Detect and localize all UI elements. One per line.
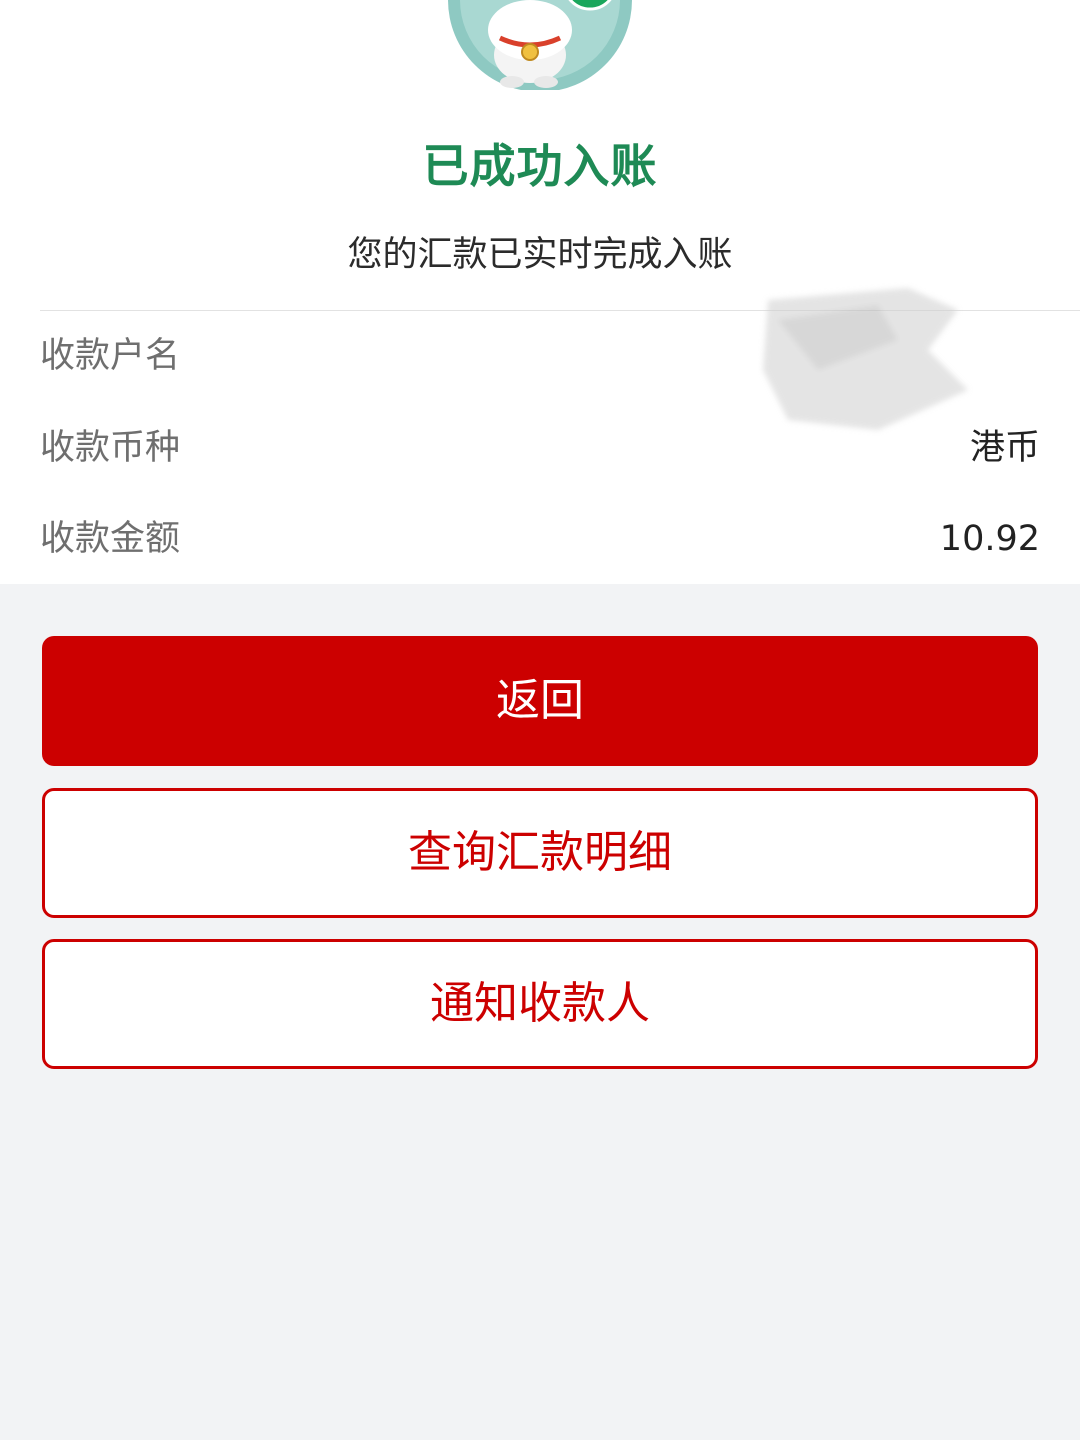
detail-row-currency: 收款币种 港币: [40, 418, 1040, 478]
detail-value: 港币: [969, 428, 1040, 468]
check-icon: [562, 0, 618, 11]
result-title: 已成功入账: [422, 139, 658, 193]
detail-value: 10.92: [939, 519, 1040, 559]
detail-label: 收款金额: [40, 519, 181, 559]
query-remittance-details-button[interactable]: 查询汇款明细: [42, 788, 1038, 918]
result-subtitle: 您的汇款已实时完成入账: [347, 235, 733, 275]
back-button[interactable]: 返回: [42, 636, 1038, 766]
result-card: 已成功入账 您的汇款已实时完成入账 收款户名 收款币种 港币 收款金额 10.9…: [0, 0, 1080, 584]
detail-row-amount: 收款金额 10.92: [40, 509, 1040, 569]
detail-label: 收款户名: [40, 336, 181, 376]
mascot-success-icon: [430, 0, 650, 92]
redaction-mark: [758, 280, 988, 440]
detail-label: 收款币种: [40, 428, 181, 468]
notify-payee-button[interactable]: 通知收款人: [42, 939, 1038, 1069]
